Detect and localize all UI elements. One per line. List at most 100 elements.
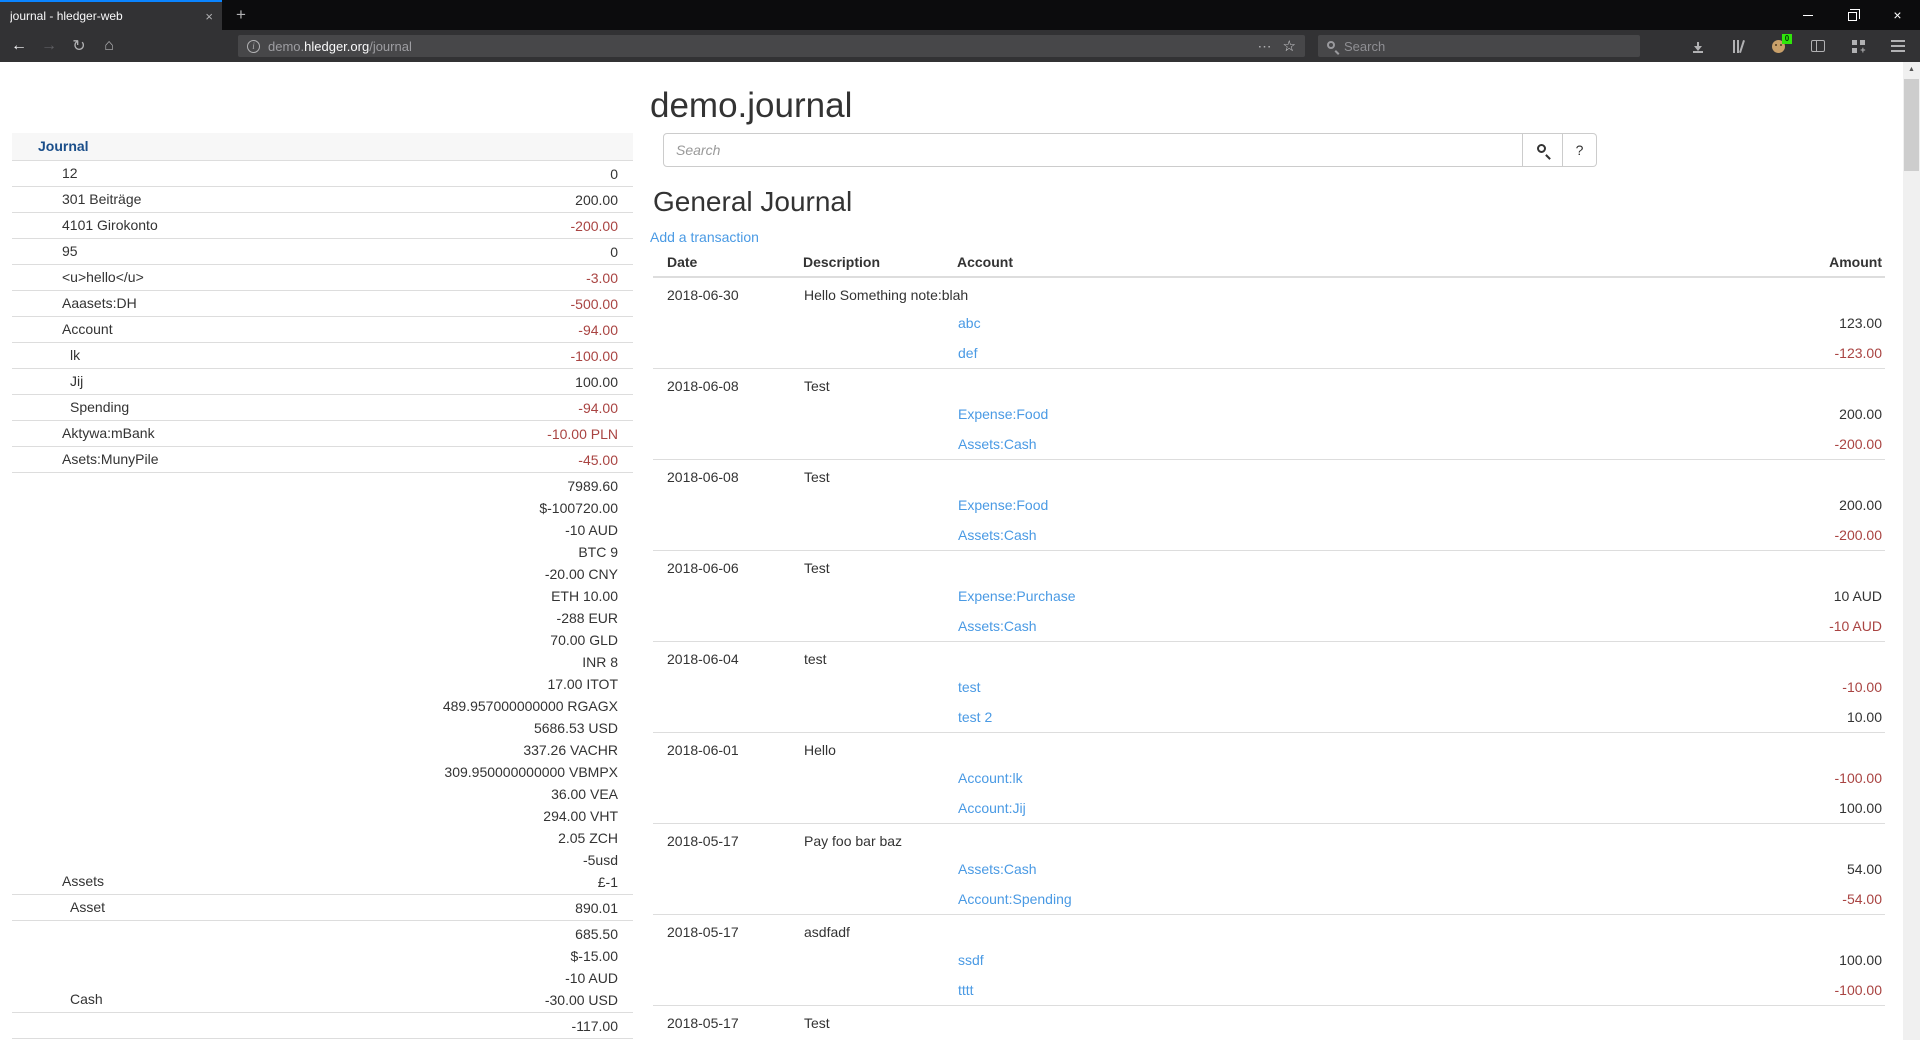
transaction-row[interactable]: 2018-06-01Hello	[653, 732, 1885, 763]
sidebar-account-link[interactable]: lk	[70, 347, 80, 363]
extension-icon[interactable]: 0	[1770, 38, 1786, 54]
balance-amount: 36.00 VEA	[282, 783, 618, 805]
close-button[interactable]: ×	[1875, 0, 1920, 30]
sidebar-account-link[interactable]: Assets	[62, 873, 104, 889]
url-bar[interactable]: i demo.hledger.org/journal ⋯ ☆	[238, 35, 1305, 57]
transaction-row[interactable]: 2018-06-08Test	[653, 459, 1885, 490]
sidebar-account-link[interactable]: 301 Beiträge	[62, 191, 141, 207]
scrollbar-thumb[interactable]	[1904, 79, 1919, 171]
new-tab-button[interactable]: +	[226, 0, 256, 30]
transaction-description: Test	[803, 550, 1885, 581]
browser-search-field[interactable]: Search	[1318, 35, 1640, 57]
forward-icon[interactable]: →	[34, 37, 64, 55]
balance-amount: 7989.60	[282, 475, 618, 497]
transaction-date: 2018-06-01	[653, 732, 803, 763]
transaction-row[interactable]: 2018-06-30Hello Something note:blah	[653, 277, 1885, 308]
account-name-cell	[12, 1013, 282, 1039]
transaction-description: Hello	[803, 732, 1885, 763]
posting-account-link[interactable]: Expense:Purchase	[958, 588, 1076, 604]
sidebar-account-row: 12 0	[12, 161, 633, 187]
posting-account-link[interactable]: Assets:Cash	[958, 618, 1037, 634]
sidebar-account-link[interactable]: Cash	[70, 991, 103, 1007]
back-icon[interactable]: ←	[4, 37, 34, 55]
transaction-row[interactable]: 2018-05-17asdfadf	[653, 914, 1885, 945]
restore-button[interactable]	[1830, 0, 1875, 30]
posting-account-link[interactable]: abc	[958, 315, 981, 331]
sidebar-account-row: Aktywa:mBank -10.00 PLN	[12, 421, 633, 447]
reload-icon[interactable]: ↻	[64, 36, 94, 56]
posting-amount: 200.00	[1457, 490, 1885, 520]
tab-title: journal - hledger-web	[10, 9, 201, 23]
posting-account-link[interactable]: tttt	[958, 982, 974, 998]
browser-chrome: journal - hledger-web × + × ← → ↻ ⌂ i de…	[0, 0, 1920, 62]
transaction-row[interactable]: 2018-06-08Test	[653, 368, 1885, 399]
posting-row: def-123.00	[653, 338, 1885, 368]
minimize-button[interactable]	[1785, 0, 1830, 30]
bookmark-star-icon[interactable]: ☆	[1283, 37, 1296, 55]
transaction-row[interactable]: 2018-05-17Test	[653, 1005, 1885, 1036]
account-balance: -10.00 PLN	[282, 421, 633, 447]
sidebar-account-link[interactable]: <u>hello</u>	[62, 269, 144, 285]
balance-amount: -45.00	[282, 449, 618, 471]
journal-link[interactable]: Journal	[38, 138, 89, 154]
sidebar-account-row: <u>hello</u>-3.00	[12, 265, 633, 291]
balance-amount: 17.00 ITOT	[282, 673, 618, 695]
site-info-icon[interactable]: i	[247, 40, 260, 53]
sidebar-account-link[interactable]: 4101 Girokonto	[62, 217, 158, 233]
posting-row: Account:lk -100.00	[653, 763, 1885, 793]
account-balance: 0	[282, 239, 633, 265]
posting-account-link[interactable]: Account:lk	[958, 770, 1023, 786]
scrollbar-up-arrow-icon[interactable]: ▲	[1903, 62, 1920, 78]
account-name-cell: <u>hello</u>	[12, 265, 282, 291]
page-scrollbar[interactable]: ▲	[1903, 62, 1920, 1040]
posting-account-link[interactable]: test	[958, 679, 981, 695]
search-button[interactable]	[1523, 133, 1563, 167]
home-icon[interactable]: ⌂	[94, 37, 124, 55]
balance-amount: 70.00 GLD	[282, 629, 618, 651]
sidebar-account-link[interactable]: Asset	[70, 899, 105, 915]
sidebar-toggle-icon[interactable]	[1810, 38, 1826, 54]
posting-account-link[interactable]: def	[958, 345, 977, 361]
add-transaction-link[interactable]: Add a transaction	[650, 229, 759, 246]
menu-icon[interactable]	[1890, 38, 1906, 54]
transaction-row[interactable]: 2018-05-17Pay foo bar baz	[653, 823, 1885, 854]
posting-row: Assets:Cash54.00	[653, 854, 1885, 884]
account-balance: 200.00	[282, 187, 633, 213]
posting-account-link[interactable]: Expense:Food	[958, 406, 1048, 422]
sidebar-account-link[interactable]: Asets:MunyPile	[62, 451, 158, 467]
sidebar-account-link[interactable]: Aktywa:mBank	[62, 425, 155, 441]
minimize-icon	[1803, 15, 1813, 16]
sidebar-account-link[interactable]: 95	[62, 243, 78, 259]
posting-account-link[interactable]: Account:Spending	[958, 891, 1072, 907]
sidebar-account-link[interactable]: 12	[62, 165, 78, 181]
posting-account-link[interactable]: test 2	[958, 709, 992, 725]
browser-tab[interactable]: journal - hledger-web ×	[0, 0, 222, 30]
transaction-row[interactable]: 2018-06-06Test	[653, 550, 1885, 581]
posting-account-link[interactable]: Expense:Food	[958, 497, 1048, 513]
posting-account-link[interactable]: Account:Jij	[958, 800, 1026, 816]
account-balance: 0	[282, 161, 633, 187]
tab-close-icon[interactable]: ×	[205, 9, 213, 24]
account-name-cell: lk	[12, 343, 282, 369]
posting-account-link[interactable]: ssdf	[958, 952, 984, 968]
posting-amount: -100.00	[1457, 763, 1885, 793]
sidebar-account-link[interactable]: Account	[62, 321, 113, 337]
library-icon[interactable]	[1730, 38, 1746, 54]
sidebar-account-link[interactable]: Spending	[70, 399, 129, 415]
page-actions-icon[interactable]: ⋯	[1258, 38, 1273, 55]
account-balance: 890.01	[282, 895, 633, 921]
balance-amount: -117.00	[282, 1015, 618, 1037]
transaction-row[interactable]: 2018-06-04test	[653, 641, 1885, 672]
download-icon[interactable]	[1690, 38, 1706, 54]
sidebar-account-link[interactable]: Jij	[70, 373, 83, 389]
sidebar-account-row: Jij100.00	[12, 369, 633, 395]
highlights-grid-icon[interactable]: +	[1850, 38, 1866, 54]
help-button[interactable]: ?	[1563, 133, 1597, 167]
balance-amount: $-100720.00	[282, 497, 618, 519]
search-input[interactable]	[663, 133, 1523, 167]
posting-amount: -54.00	[1457, 884, 1885, 914]
posting-account-link[interactable]: Assets:Cash	[958, 861, 1037, 877]
posting-account-link[interactable]: Assets:Cash	[958, 527, 1037, 543]
sidebar-account-link[interactable]: Aaasets:DH	[62, 295, 137, 311]
posting-account-link[interactable]: Assets:Cash	[958, 436, 1037, 452]
